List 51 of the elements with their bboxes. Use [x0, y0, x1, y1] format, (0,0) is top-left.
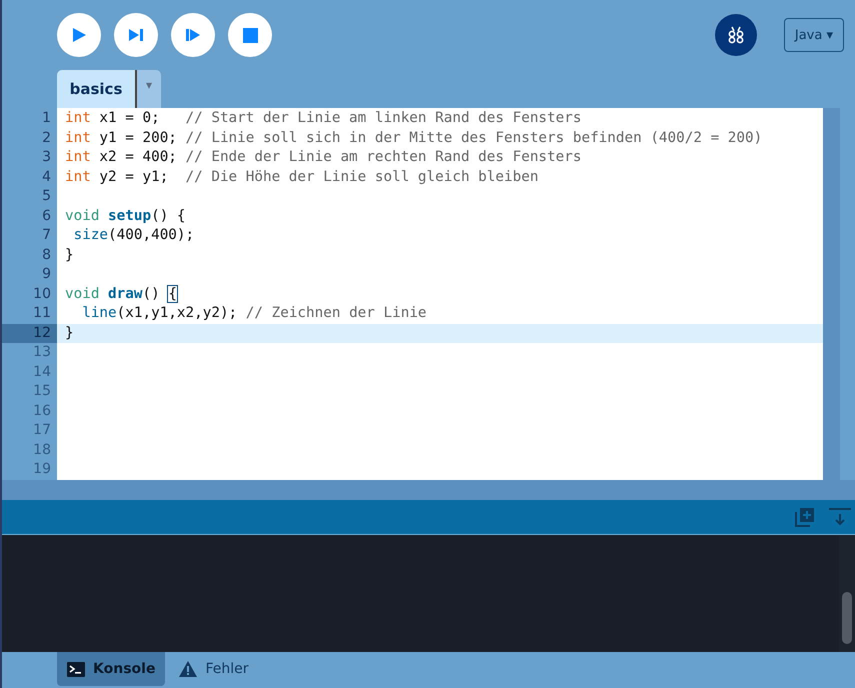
code-line: int x1 = 0; // Start der Linie am linken Rand des Fensters — [64, 109, 582, 128]
line-number: 14 — [32, 362, 52, 382]
scrollbar-thumb[interactable] — [842, 592, 852, 644]
line-number: 7 — [41, 226, 52, 245]
code-line: void setup() { — [64, 206, 187, 226]
code-line: void draw() { — [64, 284, 178, 304]
line-number: 9 — [41, 265, 52, 284]
line-number: 19 — [32, 460, 52, 479]
butterfly-icon — [726, 25, 746, 45]
code-line: size(400,400); — [72, 226, 196, 245]
line-number: 6 — [41, 206, 52, 226]
warning-icon — [179, 661, 198, 677]
sketch-tab[interactable]: basics — [57, 70, 137, 108]
stop-icon — [242, 28, 258, 42]
line-number: 2 — [41, 128, 52, 148]
step-play-icon — [185, 27, 201, 43]
line-number: 1 — [41, 109, 52, 128]
step-button[interactable] — [114, 13, 158, 57]
step-forward-icon — [128, 27, 144, 43]
copy-button[interactable] — [795, 507, 815, 527]
code-line: } — [64, 246, 75, 264]
line-number: 15 — [32, 382, 52, 401]
line-number: 8 — [41, 246, 52, 264]
line-number: 18 — [32, 440, 52, 460]
tab-menu-button[interactable]: ▾ — [137, 70, 161, 108]
line-number: 17 — [32, 421, 52, 440]
mode-button[interactable] — [714, 14, 757, 56]
stop-button[interactable] — [228, 13, 272, 57]
continue-button[interactable] — [171, 13, 215, 57]
code-line: int y1 = 200; // Linie soll sich in der Mitte des Fensters befinden (400/2 = 200) — [64, 128, 764, 148]
line-number: 10 — [32, 284, 52, 304]
code-line: int x2 = 400; // Ende der Linie am rechten Rand des Fensters — [64, 148, 582, 167]
run-button[interactable] — [57, 13, 101, 57]
code-line: int y2 = y1; // Die Höhe der Linie soll gleich bleiben — [64, 168, 540, 186]
line-number: 16 — [32, 402, 52, 420]
line-number: 5 — [41, 187, 52, 206]
copy-plus-icon — [795, 507, 815, 527]
terminal-icon — [67, 662, 85, 676]
line-number: 11 — [32, 304, 52, 323]
console-tab[interactable]: Fehler — [169, 652, 258, 686]
scroll-down-icon — [829, 507, 851, 527]
line-number: 4 — [41, 168, 52, 186]
play-icon — [71, 27, 87, 43]
code-editor[interactable] — [57, 108, 823, 480]
console-tab[interactable]: Konsole — [57, 652, 166, 686]
line-number: 3 — [41, 148, 52, 167]
scroll-down-button[interactable] — [829, 507, 851, 527]
line-number: 13 — [32, 343, 52, 362]
language-dropdown[interactable]: Java ▾ — [784, 18, 844, 52]
code-line: line(x1,y1,x2,y2); // Zeichnen der Linie — [81, 304, 428, 323]
line-number: 12 — [2, 324, 57, 343]
